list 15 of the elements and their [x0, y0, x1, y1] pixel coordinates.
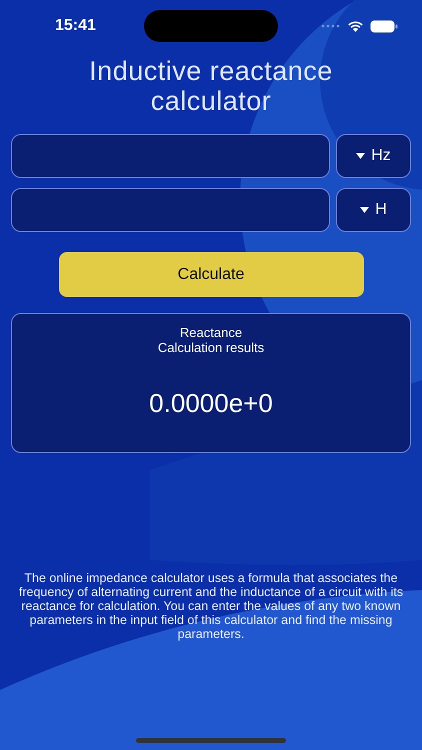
calculate-button[interactable]: Calculate [58, 252, 364, 297]
unit-dropdown[interactable]: Hz [336, 134, 411, 178]
result-title: Reactance [180, 325, 242, 340]
result-subtitle: Calculation results [158, 340, 264, 355]
result-value: 0.0000e+0 [149, 388, 273, 419]
caret-icon [360, 207, 370, 213]
description-text: The online impedance calculator uses a formula that associates the frequency of alternating current and the inductance of a circuit with its reactance for calculation. You can enter the values of any two known parameters in the input field of this calculator and find the missing parameters. [18, 571, 404, 641]
unit-dropdown[interactable]: H [336, 188, 411, 232]
input-field[interactable] [11, 188, 330, 232]
status-time: 15:41 [55, 17, 96, 35]
wifi-icon [347, 20, 364, 32]
input-field[interactable] [11, 134, 330, 178]
signal-icon [321, 24, 341, 28]
caret-icon [356, 153, 366, 159]
page-title: Inductive reactance calculator [88, 56, 334, 116]
